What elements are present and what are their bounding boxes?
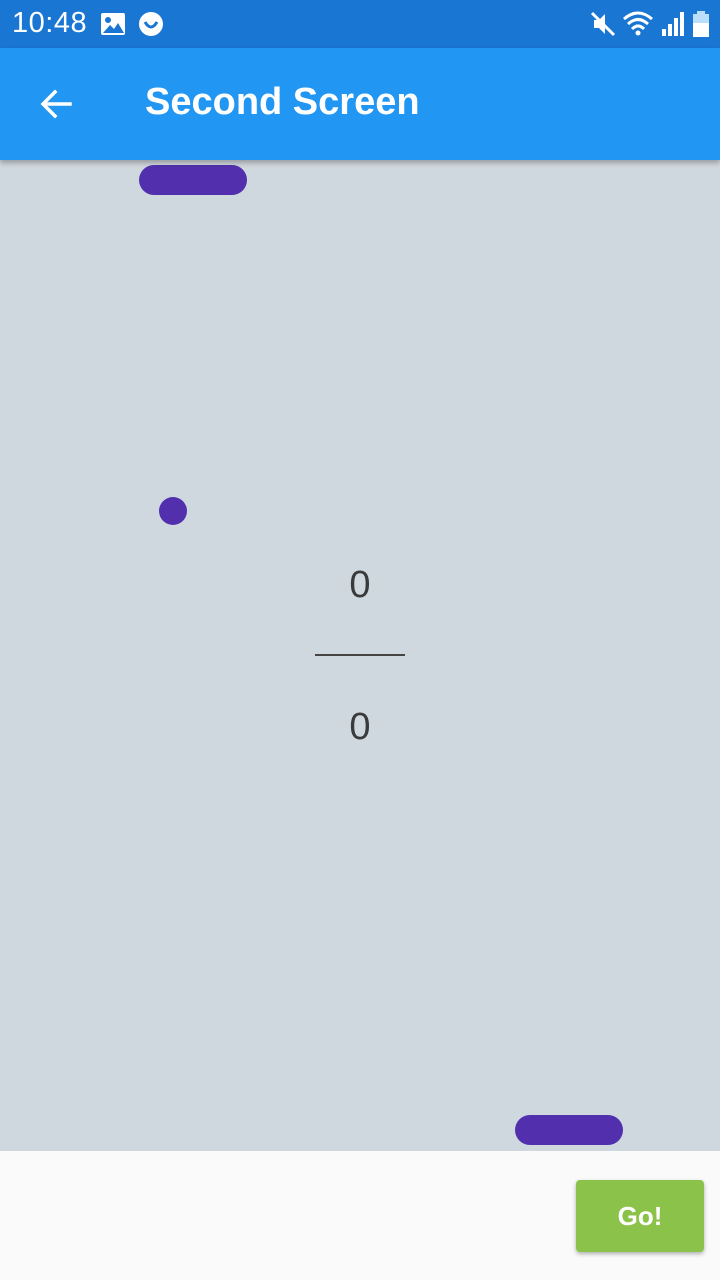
bottom-bar: Go! [0, 1151, 720, 1280]
app-bar: Second Screen [0, 48, 720, 160]
score-divider [315, 654, 405, 656]
bottom-paddle[interactable] [515, 1115, 623, 1145]
image-icon [101, 13, 125, 35]
top-score: 0 [349, 564, 371, 606]
wifi-icon [623, 11, 653, 36]
ball [159, 497, 187, 525]
mute-icon [590, 11, 616, 37]
game-area[interactable]: 0 0 [0, 160, 720, 1151]
bottom-score: 0 [349, 706, 371, 748]
top-paddle[interactable] [139, 165, 247, 195]
back-button[interactable] [28, 76, 84, 132]
smiley-icon [139, 12, 163, 36]
page-title: Second Screen [145, 81, 420, 123]
signal-icon [662, 12, 684, 36]
arrow-left-icon [40, 89, 72, 119]
battery-icon [693, 11, 709, 37]
go-button[interactable]: Go! [576, 1180, 704, 1252]
status-bar: 10:48 [0, 0, 720, 48]
status-time: 10:48 [12, 7, 88, 39]
